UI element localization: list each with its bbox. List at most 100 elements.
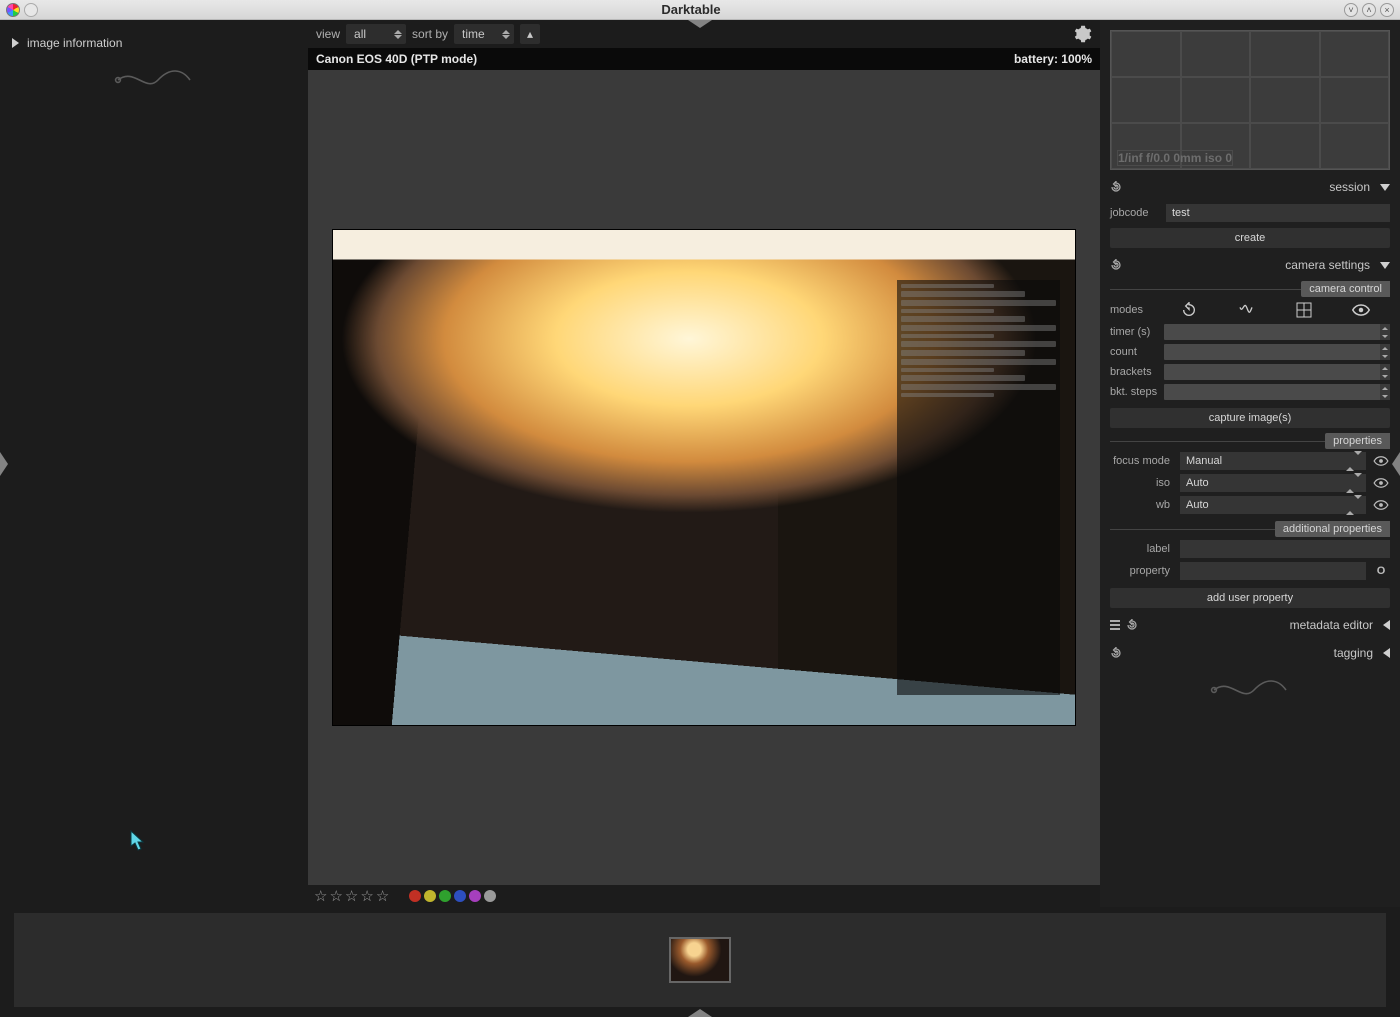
top-panel-toggle[interactable] — [688, 20, 712, 28]
sort-ascending-icon: ▴ — [527, 27, 533, 41]
count-input[interactable] — [1164, 344, 1390, 360]
iso-label: iso — [1110, 477, 1174, 489]
star-3-icon[interactable]: ☆ — [345, 887, 358, 905]
mode-liveview-icon[interactable] — [1351, 300, 1371, 320]
sort-by-label: sort by — [412, 27, 448, 41]
mode-bracket-icon[interactable] — [1236, 300, 1256, 320]
liveview-image — [332, 229, 1076, 725]
reset-icon[interactable] — [1126, 619, 1138, 631]
bottom-panel-toggle[interactable] — [688, 1009, 712, 1017]
addl-label-label: label — [1110, 543, 1174, 555]
camera-settings-header[interactable]: camera settings — [1110, 254, 1390, 276]
chevron-left-icon — [1383, 620, 1390, 630]
left-sidebar: image information — [0, 20, 308, 907]
minimize-button[interactable]: ˅ — [1344, 3, 1358, 17]
sort-by-select[interactable]: time — [454, 24, 514, 44]
camera-settings-title: camera settings — [1285, 258, 1370, 272]
chevron-down-icon — [1380, 262, 1390, 269]
count-label: count — [1110, 346, 1160, 358]
camera-control-section: camera control — [1110, 280, 1390, 298]
battery-status: battery: 100% — [1014, 52, 1092, 66]
histogram[interactable]: 1/inf f/0.0 0mm iso 0 — [1110, 30, 1390, 170]
rating-bar: ☆ ☆ ☆ ☆ ☆ — [308, 885, 1100, 907]
color-label-blue[interactable] — [454, 890, 466, 902]
brackets-input[interactable] — [1164, 364, 1390, 380]
color-label-purple[interactable] — [469, 890, 481, 902]
center-area: view all sort by time ▴ Canon EOS 40D (P… — [308, 20, 1100, 907]
view-value: all — [354, 27, 366, 41]
jobcode-label: jobcode — [1110, 207, 1160, 219]
additional-properties-section: additional properties — [1110, 520, 1390, 538]
bktsteps-input[interactable] — [1164, 384, 1390, 400]
modes-row: modes — [1110, 298, 1390, 322]
histogram-info: 1/inf f/0.0 0mm iso 0 — [1117, 150, 1233, 166]
reset-icon[interactable] — [1110, 647, 1122, 659]
window-titlebar: Darktable ˅ ˄ × — [0, 0, 1400, 20]
maximize-button[interactable]: ˄ — [1362, 3, 1376, 17]
session-header[interactable]: session — [1110, 176, 1390, 198]
focus-toggle-eye-icon[interactable] — [1372, 452, 1390, 470]
properties-section: properties — [1110, 432, 1390, 450]
metadata-editor-title: metadata editor — [1290, 618, 1373, 632]
color-label-yellow[interactable] — [424, 890, 436, 902]
brackets-label: brackets — [1110, 366, 1160, 378]
mode-timer-icon[interactable] — [1179, 300, 1199, 320]
tagging-header[interactable]: tagging — [1110, 642, 1390, 664]
window-title: Darktable — [38, 2, 1344, 17]
wb-select[interactable]: Auto — [1180, 496, 1366, 514]
star-4-icon[interactable]: ☆ — [360, 887, 373, 905]
camera-info-bar: Canon EOS 40D (PTP mode) battery: 100% — [308, 48, 1100, 70]
mode-grid-icon[interactable] — [1294, 300, 1314, 320]
gear-icon — [1074, 25, 1092, 43]
view-label: view — [316, 27, 340, 41]
filmstrip-track[interactable] — [14, 913, 1386, 1007]
color-label-red[interactable] — [409, 890, 421, 902]
timer-input[interactable] — [1164, 324, 1390, 340]
color-label-green[interactable] — [439, 890, 451, 902]
focus-mode-select[interactable]: Manual — [1180, 452, 1366, 470]
close-button[interactable]: × — [1380, 3, 1394, 17]
iso-toggle-eye-icon[interactable] — [1372, 474, 1390, 492]
color-label-grey[interactable] — [484, 890, 496, 902]
reset-icon[interactable] — [1110, 259, 1122, 271]
image-information-label: image information — [27, 36, 122, 50]
star-1-icon[interactable]: ☆ — [314, 887, 327, 905]
add-user-property-label: add user property — [1207, 592, 1293, 604]
view-select[interactable]: all — [346, 24, 406, 44]
preferences-button[interactable] — [1074, 25, 1092, 43]
addl-label-input[interactable] — [1180, 540, 1390, 558]
tagging-title: tagging — [1334, 646, 1373, 660]
star-rating[interactable]: ☆ ☆ ☆ ☆ ☆ — [314, 887, 389, 905]
reset-icon[interactable] — [1110, 181, 1122, 193]
chevron-right-icon — [12, 38, 19, 48]
image-information-header[interactable]: image information — [12, 26, 296, 60]
camera-name: Canon EOS 40D (PTP mode) — [316, 52, 477, 66]
property-o-button[interactable]: O — [1372, 562, 1390, 580]
wb-label: wb — [1110, 499, 1174, 511]
timer-label: timer (s) — [1110, 326, 1160, 338]
image-area[interactable] — [308, 70, 1100, 885]
titlebar-dot-icon — [24, 3, 38, 17]
mouse-cursor-icon — [130, 830, 146, 852]
add-user-property-button[interactable]: add user property — [1110, 588, 1390, 608]
metadata-editor-header[interactable]: metadata editor — [1110, 614, 1390, 636]
filmstrip-thumb[interactable] — [669, 937, 731, 983]
create-button[interactable]: create — [1110, 228, 1390, 248]
wb-toggle-eye-icon[interactable] — [1372, 496, 1390, 514]
sort-direction-button[interactable]: ▴ — [520, 24, 540, 44]
left-panel-toggle[interactable] — [0, 452, 8, 476]
iso-select[interactable]: Auto — [1180, 474, 1366, 492]
jobcode-input[interactable] — [1166, 204, 1390, 222]
app-icon — [6, 3, 20, 17]
right-panel-toggle[interactable] — [1392, 452, 1400, 476]
presets-icon[interactable] — [1110, 620, 1120, 630]
addl-property-input[interactable] — [1180, 562, 1366, 580]
star-2-icon[interactable]: ☆ — [329, 887, 342, 905]
chevron-left-icon — [1383, 648, 1390, 658]
sort-by-value: time — [462, 27, 485, 41]
right-sidebar: 1/inf f/0.0 0mm iso 0 session jobcode cr… — [1100, 20, 1400, 907]
bktsteps-label: bkt. steps — [1110, 386, 1160, 398]
star-5-icon[interactable]: ☆ — [376, 887, 389, 905]
capture-button[interactable]: capture image(s) — [1110, 408, 1390, 428]
capture-button-label: capture image(s) — [1209, 412, 1292, 424]
